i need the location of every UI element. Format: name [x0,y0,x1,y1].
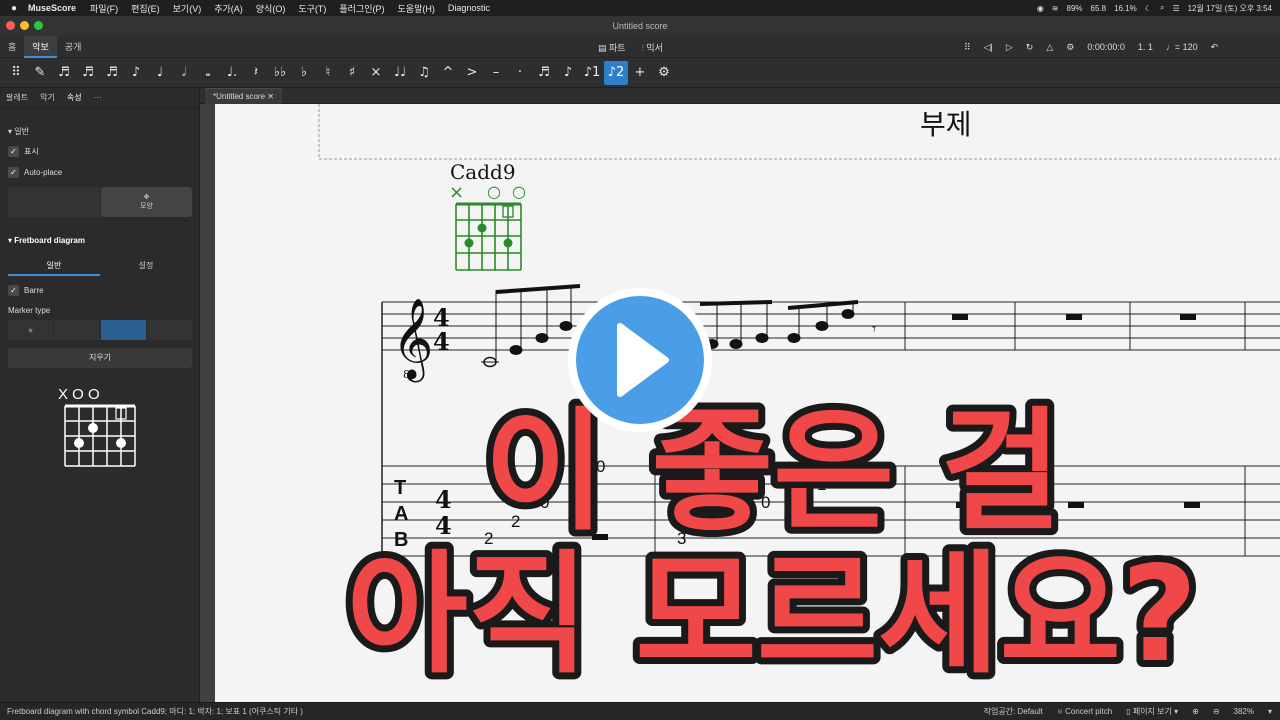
tab-rest-measure-5 [1184,502,1200,508]
overlay-line-2: 아직 모르세요? [346,538,1197,692]
status-bar: Fretboard diagram with chord symbol Cadd… [0,702,1280,720]
clef-octave-8: 8 [403,368,410,381]
time-signature-bottom[interactable]: 4 [433,327,450,356]
zoom-out-icon[interactable]: ⊖ [1213,707,1220,716]
rest-measure-4[interactable] [1066,314,1082,320]
page-icon: ▯ [1126,707,1133,716]
chord-marker-open-1: ○ [487,182,501,201]
chord-symbol[interactable]: Cadd9 [450,160,516,184]
chevron-down-icon: ▾ [1174,707,1179,716]
tuning-fork-icon: ♅ [1056,707,1066,716]
status-message: Fretboard diagram with chord symbol Cadd… [7,707,303,716]
tab-rest-measure-4 [1068,502,1084,508]
tab-label-t: T [394,477,406,499]
measure-2-notes[interactable]: 𝄾 [699,300,876,349]
video-play-button[interactable] [568,288,712,432]
chord-marker-open-2: ○ [512,182,526,201]
workspace-selector[interactable]: 작업공간: Default [984,706,1043,717]
rest-measure-5[interactable] [1180,314,1196,320]
score-drawing: 부제 Cadd9 × ○ ○ 𝄞 8 4 4 𝄾 T A B 4 4 0 0 2… [318,104,1280,699]
svg-text:𝄾: 𝄾 [872,321,876,338]
concert-pitch-toggle[interactable]: ♅ Concert pitch [1057,707,1112,716]
view-mode-selector[interactable]: ▯ 페이지 보기 ▾ [1126,706,1178,717]
concert-pitch-label: Concert pitch [1065,707,1113,716]
chord-marker-x: × [449,182,464,203]
chord-fretboard-diagram[interactable] [455,202,522,271]
zoom-in-icon[interactable]: ⊕ [1192,707,1199,716]
zoom-level[interactable]: 382% [1234,707,1254,716]
tab-label-a: A [394,503,408,525]
score-subtitle[interactable]: 부제 [920,108,972,141]
thumbnail-overlay-text: 이 좋은 걸 이 좋은 걸 아직 모르세요? 아직 모르세요? [339,388,1204,699]
tab-time-signature-bottom: 4 [435,511,452,540]
rest-measure-3[interactable] [952,314,968,320]
treble-clef[interactable]: 𝄞 [392,297,433,382]
view-mode-label: 페이지 보기 [1132,707,1172,716]
tab-time-signature-top: 4 [435,485,452,514]
overlay-line-1: 이 좋은 걸 [484,395,1062,549]
chevron-down-icon[interactable]: ▾ [1268,707,1272,716]
